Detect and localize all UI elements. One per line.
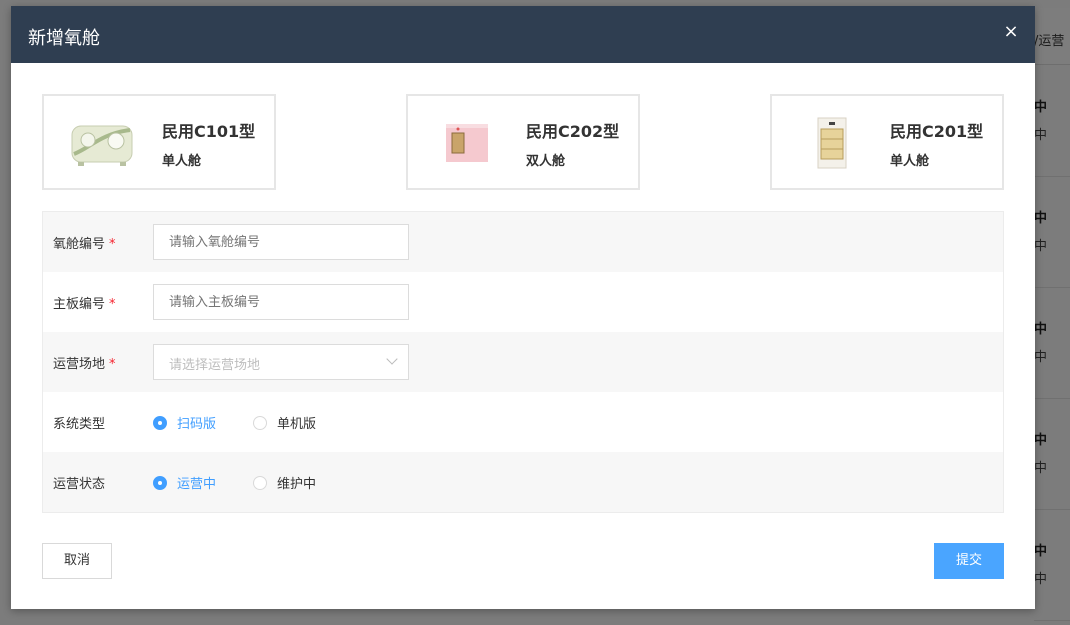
background-row-sub: 中 <box>1034 350 1048 365</box>
op-status-label: 运营状态 <box>53 477 106 492</box>
capsule-c202-image <box>446 124 488 162</box>
background-row-status: 中 <box>1034 211 1048 226</box>
product-type: 单人舱 <box>890 154 930 169</box>
chevron-down-icon <box>386 353 398 365</box>
submit-button[interactable]: 提交 <box>934 543 1004 579</box>
background-row-sub: 中 <box>1034 239 1048 254</box>
radio-checked-icon <box>153 416 167 430</box>
close-icon[interactable]: × <box>1001 22 1021 42</box>
required-mark: * <box>109 297 116 312</box>
site-label: 运营场地 * <box>53 357 116 372</box>
product-name: 民用C101型 <box>162 122 256 141</box>
radio-unchecked-icon <box>253 476 267 490</box>
radio-label: 扫码版 <box>177 417 217 432</box>
product-card-c101[interactable]: 民用C101型 单人舱 <box>42 94 276 190</box>
product-type: 双人舱 <box>526 154 566 169</box>
product-name: 民用C202型 <box>526 122 620 141</box>
required-mark: * <box>109 357 116 372</box>
background-row-sub: 中 <box>1034 461 1048 476</box>
radio-checked-icon <box>153 476 167 490</box>
background-table-row: 中 中 <box>1034 288 1070 399</box>
cancel-button[interactable]: 取消 <box>42 543 112 579</box>
form-row-board-no: 主板编号 * <box>43 272 1003 332</box>
background-row-status: 中 <box>1034 100 1048 115</box>
cabin-no-label: 氧舱编号 * <box>53 237 116 252</box>
radio-label: 运营中 <box>177 477 217 492</box>
background-table-row: 中 中 <box>1034 66 1070 177</box>
background-row-status: 中 <box>1034 322 1048 337</box>
board-no-label: 主板编号 * <box>53 297 116 312</box>
site-select-placeholder: 请选择运营场地 <box>169 358 261 373</box>
product-card-c202[interactable]: 民用C202型 双人舱 <box>406 94 640 190</box>
modal-title: 新增氧舱 <box>28 28 100 49</box>
form-row-site: 运营场地 * 请选择运营场地 <box>43 332 1003 392</box>
radio-label: 维护中 <box>277 477 317 492</box>
modal-header: 新增氧舱 × <box>11 6 1035 63</box>
background-row-status: 中 <box>1034 544 1048 559</box>
required-mark: * <box>109 237 116 252</box>
cabin-form: 氧舱编号* 主板编号* 运营场地* 请选择运营场地 系统类型 扫码版 <box>42 211 1004 513</box>
background-row-sub: 中 <box>1034 128 1048 143</box>
form-row-cabin-no: 氧舱编号 * <box>43 212 1003 272</box>
background-row-sub: 中 <box>1034 572 1048 587</box>
cabin-no-input[interactable] <box>153 224 409 260</box>
form-row-op-status: 运营状态 运营中 维护中 <box>43 452 1003 512</box>
radio-unchecked-icon <box>253 416 267 430</box>
background-table-row: 中 中 <box>1034 510 1070 621</box>
background-row-status: 中 <box>1034 433 1048 448</box>
site-select[interactable]: 请选择运营场地 <box>153 344 409 380</box>
product-type: 单人舱 <box>162 154 202 169</box>
radio-label: 单机版 <box>277 417 317 432</box>
product-card-c201[interactable]: 民用C201型 单人舱 <box>770 94 1004 190</box>
capsule-c201-image <box>817 117 847 169</box>
background-table-row: 中 中 <box>1034 399 1070 510</box>
add-cabin-modal: 新增氧舱 × 民用C101型 单人舱 民用C202型 双人舱 民用C201型 单… <box>11 6 1035 609</box>
product-name: 民用C201型 <box>890 122 984 141</box>
board-no-input[interactable] <box>153 284 409 320</box>
form-row-system-type: 系统类型 扫码版 单机版 <box>43 392 1003 452</box>
system-type-label: 系统类型 <box>53 417 106 432</box>
background-header-text: /运营 <box>1034 34 1065 49</box>
background-table-row: 中 中 <box>1034 177 1070 288</box>
capsule-c101-image <box>71 125 133 166</box>
